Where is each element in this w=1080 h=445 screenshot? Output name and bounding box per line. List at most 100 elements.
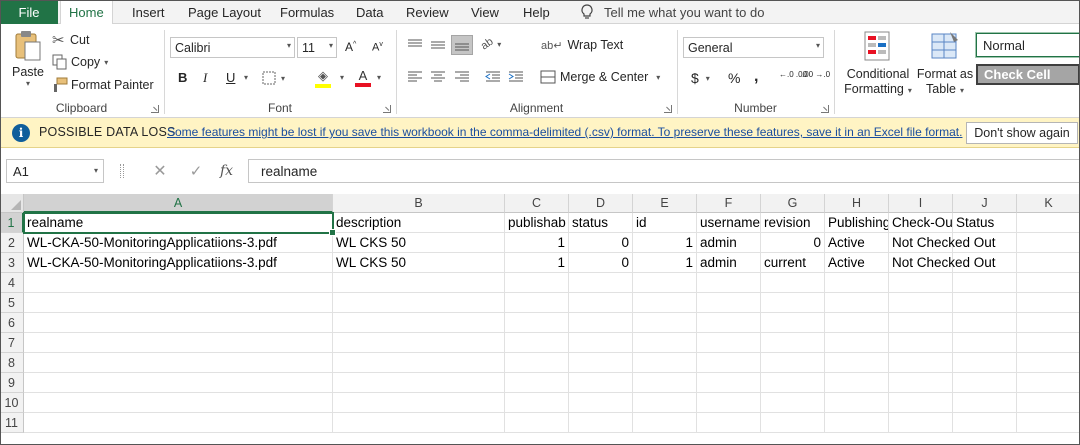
row-header-8[interactable]: 8 [0,353,24,373]
dialog-launcher-icon[interactable] [151,105,159,113]
cell-h2[interactable]: Active [825,233,889,253]
cell-k4[interactable] [1017,273,1080,293]
cell-k3[interactable] [1017,253,1080,273]
column-header-i[interactable]: I [889,194,953,213]
style-normal[interactable]: Normal [975,32,1080,58]
font-color-button[interactable]: A [355,68,371,87]
cell-j4[interactable] [953,273,1017,293]
row-header-3[interactable]: 3 [0,253,24,273]
cancel-icon[interactable]: ✕ [148,161,172,181]
cell-c3[interactable]: 1 [505,253,569,273]
cell-c11[interactable] [505,413,569,433]
cell-g5[interactable] [761,293,825,313]
cell-h8[interactable] [825,353,889,373]
cell-g2[interactable]: 0 [761,233,825,253]
format-painter-button[interactable]: Format Painter [52,77,154,93]
column-header-k[interactable]: K [1017,194,1080,213]
cell-a8[interactable] [24,353,333,373]
increase-decimal-button[interactable]: ←.0 .00 [779,71,807,79]
column-header-e[interactable]: E [633,194,697,213]
column-header-b[interactable]: B [333,194,505,213]
cell-i5[interactable] [889,293,953,313]
cell-k7[interactable] [1017,333,1080,353]
paste-button[interactable]: Paste ▾ [10,30,46,88]
cell-f1[interactable]: username [697,213,761,233]
dialog-launcher-icon[interactable] [821,105,829,113]
cell-f3[interactable]: admin [697,253,761,273]
cell-k1[interactable] [1017,213,1080,233]
cell-e10[interactable] [633,393,697,413]
row-header-9[interactable]: 9 [0,373,24,393]
cell-g6[interactable] [761,313,825,333]
cell-i11[interactable] [889,413,953,433]
cell-f7[interactable] [697,333,761,353]
bold-button[interactable]: B [178,70,187,85]
formula-bar-grip[interactable] [120,164,124,178]
cell-i9[interactable] [889,373,953,393]
formula-input[interactable]: realname [248,159,1080,183]
cell-g10[interactable] [761,393,825,413]
comma-style-button[interactable]: , [754,68,758,86]
cell-i10[interactable] [889,393,953,413]
cell-j6[interactable] [953,313,1017,333]
cell-i7[interactable] [889,333,953,353]
cell-c4[interactable] [505,273,569,293]
select-all-button[interactable] [0,194,24,213]
tab-insert[interactable]: Insert [132,0,165,24]
column-header-f[interactable]: F [697,194,761,213]
cell-i1[interactable]: Check-Out [889,213,953,233]
decrease-font-size-button[interactable]: Av [372,41,383,54]
cell-e11[interactable] [633,413,697,433]
cell-b5[interactable] [333,293,505,313]
cell-k2[interactable] [1017,233,1080,253]
cell-a2[interactable]: WL-CKA-50-MonitoringApplicatiions-3.pdf [24,233,333,253]
cell-g3[interactable]: current [761,253,825,273]
cell-e7[interactable] [633,333,697,353]
cell-h1[interactable]: Publishing [825,213,889,233]
copy-button[interactable]: Copy ▾ [52,54,108,70]
cell-h9[interactable] [825,373,889,393]
cell-j8[interactable] [953,353,1017,373]
cell-b6[interactable] [333,313,505,333]
cell-d4[interactable] [569,273,633,293]
cell-k9[interactable] [1017,373,1080,393]
cell-i2[interactable]: Not Checked Out [889,233,996,253]
dialog-launcher-icon[interactable] [664,105,672,113]
cell-g11[interactable] [761,413,825,433]
cell-c2[interactable]: 1 [505,233,569,253]
cell-e3[interactable]: 1 [633,253,697,273]
decrease-decimal-button[interactable]: .00 →.0 [802,71,830,79]
cell-a7[interactable] [24,333,333,353]
tell-me-search[interactable]: Tell me what you want to do [578,0,764,24]
cell-e4[interactable] [633,273,697,293]
cell-j1[interactable]: Status [953,213,1017,233]
cell-b2[interactable]: WL CKS 50 [333,233,505,253]
cell-i6[interactable] [889,313,953,333]
top-align-icon[interactable] [406,37,424,53]
cell-f10[interactable] [697,393,761,413]
cell-g4[interactable] [761,273,825,293]
cell-c8[interactable] [505,353,569,373]
cell-k8[interactable] [1017,353,1080,373]
increase-font-size-button[interactable]: A^ [345,40,356,54]
dialog-launcher-icon[interactable] [383,105,391,113]
cell-j9[interactable] [953,373,1017,393]
cell-f8[interactable] [697,353,761,373]
cell-d5[interactable] [569,293,633,313]
cell-j10[interactable] [953,393,1017,413]
cell-b3[interactable]: WL CKS 50 [333,253,505,273]
cell-a11[interactable] [24,413,333,433]
orientation-button[interactable]: ab ▾ [479,36,502,53]
cell-d9[interactable] [569,373,633,393]
cell-h7[interactable] [825,333,889,353]
cell-h10[interactable] [825,393,889,413]
cell-f4[interactable] [697,273,761,293]
tab-home[interactable]: Home [60,0,113,25]
percent-button[interactable]: % [728,70,740,86]
cell-f6[interactable] [697,313,761,333]
font-size-select[interactable]: 11 ▾ [297,37,337,58]
currency-button[interactable]: $ ▾ [691,70,710,86]
cell-b10[interactable] [333,393,505,413]
cell-f2[interactable]: admin [697,233,761,253]
merge-center-button[interactable]: Merge & Center ▾ [540,69,660,85]
